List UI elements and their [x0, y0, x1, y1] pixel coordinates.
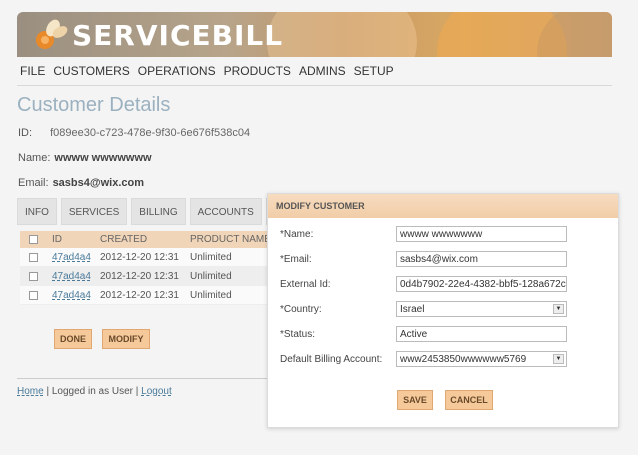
- footer-separator: |: [133, 386, 142, 397]
- save-button[interactable]: SAVE: [397, 390, 433, 410]
- customer-id-line: ID: f089ee30-c723-478e-9f30-6e676f538c04: [18, 127, 250, 139]
- row-checkbox[interactable]: [28, 290, 38, 300]
- footer-separator: |: [43, 386, 52, 397]
- dialog-title: MODIFY CUSTOMER: [268, 194, 618, 218]
- service-id-link[interactable]: 47ad4a4: [46, 271, 98, 282]
- tab-services[interactable]: SERVICES: [60, 198, 128, 225]
- table-header: ID CREATED PRODUCT NAME: [20, 231, 280, 248]
- external-id-field-label: External Id:: [280, 279, 331, 290]
- name-field-label: *Name:: [280, 229, 314, 240]
- page-title: Customer Details: [17, 94, 171, 116]
- dropdown-arrow-icon[interactable]: ▼: [553, 354, 564, 364]
- logo-icon: [36, 19, 68, 49]
- created-cell: 2012-12-20 12:31: [100, 289, 179, 301]
- name-input[interactable]: wwww wwwwwww: [396, 226, 567, 242]
- row-checkbox[interactable]: [28, 271, 38, 281]
- menu-file[interactable]: FILE: [20, 64, 45, 78]
- customer-tabs: INFO SERVICES BILLING ACCOUNTS OP: [17, 198, 297, 225]
- status-field-label: *Status:: [280, 329, 316, 340]
- name-value: wwww wwwwwww: [54, 152, 152, 164]
- billing-account-field-label: Default Billing Account:: [280, 354, 383, 365]
- customer-name-line: Name: wwww wwwwwww: [18, 152, 152, 164]
- tab-billing[interactable]: BILLING: [131, 198, 186, 225]
- row-checkbox[interactable]: [28, 252, 38, 262]
- modify-customer-dialog: MODIFY CUSTOMER *Name: wwww wwwwwww *Ema…: [267, 193, 619, 428]
- menu-admins[interactable]: ADMINS: [299, 64, 346, 78]
- email-label: Email:: [18, 177, 49, 189]
- table-row[interactable]: 47ad4a4 2012-12-20 12:31 Unlimited: [20, 286, 280, 305]
- table-row[interactable]: 47ad4a4 2012-12-20 12:31 Unlimited: [20, 267, 280, 286]
- menu-operations[interactable]: OPERATIONS: [138, 64, 216, 78]
- cancel-button[interactable]: CANCEL: [445, 390, 493, 410]
- billing-account-select[interactable]: www2453850wwwwww5769 ▼: [396, 351, 567, 367]
- status-input[interactable]: Active: [396, 326, 567, 342]
- created-cell: 2012-12-20 12:31: [100, 251, 179, 263]
- dropdown-arrow-icon[interactable]: ▼: [553, 304, 564, 314]
- divider: [17, 85, 612, 86]
- banner-decoration: [267, 12, 417, 57]
- service-id-link[interactable]: 47ad4a4: [46, 252, 98, 263]
- customer-email-line: Email: sasbs4@wix.com: [18, 177, 144, 189]
- email-input[interactable]: sasbs4@wix.com: [396, 251, 567, 267]
- tab-info[interactable]: INFO: [17, 198, 57, 225]
- brand-suffix: BILL: [211, 19, 284, 52]
- id-label: ID:: [18, 127, 33, 139]
- service-id-link[interactable]: 47ad4a4: [46, 290, 98, 301]
- email-value: sasbs4@wix.com: [52, 177, 144, 189]
- created-cell: 2012-12-20 12:31: [100, 270, 179, 282]
- tab-accounts[interactable]: ACCOUNTS: [189, 198, 262, 225]
- home-link[interactable]: Home: [17, 386, 44, 397]
- main-menu: FILE CUSTOMERS OPERATIONS PRODUCTS ADMIN…: [20, 64, 394, 78]
- country-selected-value: Israel: [400, 304, 425, 315]
- country-select[interactable]: Israel ▼: [396, 301, 567, 317]
- external-id-input[interactable]: 0d4b7902-22e4-4382-bbf5-128a672c: [396, 276, 567, 292]
- country-field-label: *Country:: [280, 304, 322, 315]
- footer: Home | Logged in as User | Logout: [17, 386, 172, 397]
- app-banner: SERVICEBILL: [17, 12, 612, 57]
- name-label: Name:: [18, 152, 51, 164]
- table-row[interactable]: 47ad4a4 2012-12-20 12:31 Unlimited: [20, 248, 280, 267]
- brand-name: SERVICEBILL: [72, 19, 283, 52]
- menu-products[interactable]: PRODUCTS: [224, 64, 291, 78]
- column-header-id[interactable]: ID: [46, 234, 98, 245]
- select-all-checkbox[interactable]: [28, 235, 38, 244]
- menu-customers[interactable]: CUSTOMERS: [53, 64, 129, 78]
- billing-account-selected-value: www2453850wwwwww5769: [400, 354, 527, 365]
- modify-button[interactable]: MODIFY: [102, 329, 150, 349]
- divider: [17, 378, 267, 379]
- brand-prefix: SERVICE: [72, 19, 212, 52]
- done-button[interactable]: DONE: [54, 329, 92, 349]
- logged-in-status: Logged in as User: [51, 386, 134, 397]
- logout-link[interactable]: Logout: [141, 386, 172, 397]
- email-field-label: *Email:: [280, 254, 312, 265]
- id-value: f089ee30-c723-478e-9f30-6e676f538c04: [50, 127, 251, 139]
- services-table: ID CREATED PRODUCT NAME 47ad4a4 2012-12-…: [20, 231, 280, 305]
- column-header-created[interactable]: CREATED: [98, 234, 190, 245]
- menu-setup[interactable]: SETUP: [354, 64, 394, 78]
